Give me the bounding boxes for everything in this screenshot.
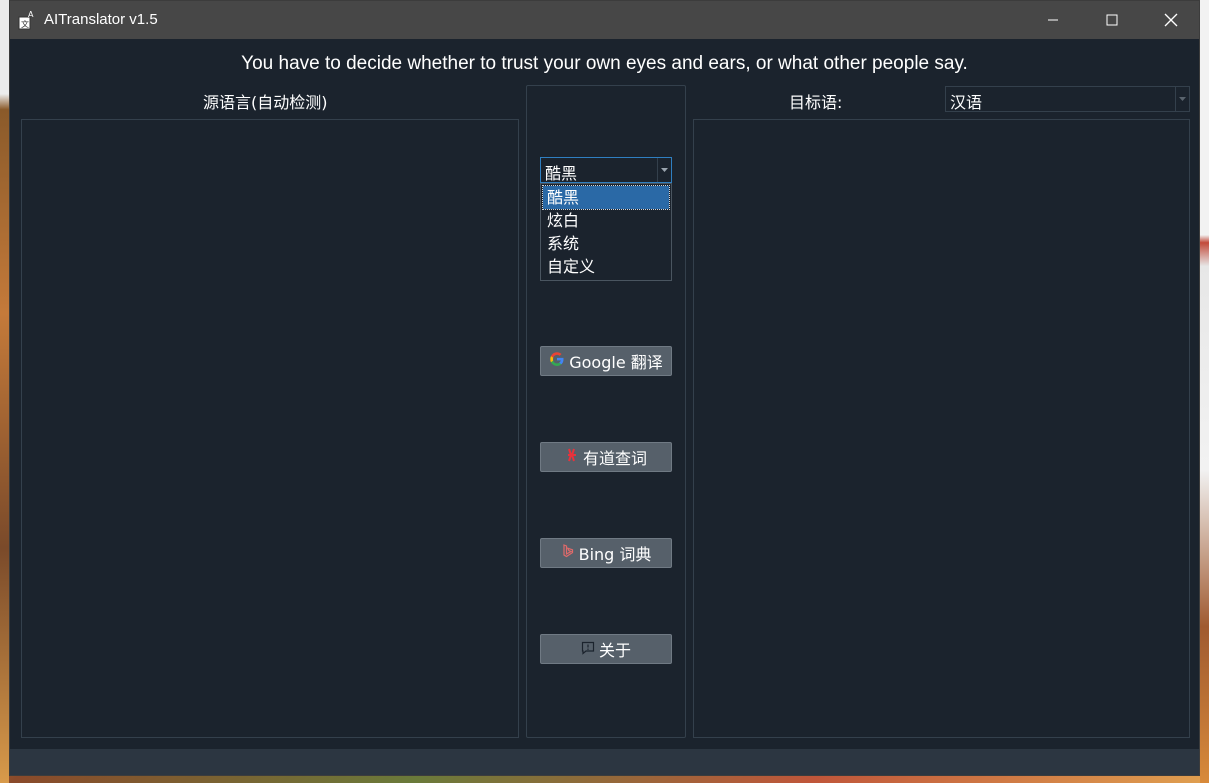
source-text-area[interactable] [21,119,519,738]
message-icon [581,640,595,659]
bing-icon [561,543,575,563]
minimize-button[interactable] [1023,1,1082,39]
theme-option-system[interactable]: 系统 [543,232,669,255]
target-language-value: 汉语 [950,93,983,112]
chevron-down-icon[interactable] [1175,87,1189,111]
minimize-icon [1047,19,1058,21]
desktop-background-right [1200,0,1209,783]
theme-dropdown-list: 酷黑 炫白 系统 自定义 [540,183,672,281]
source-language-label: 源语言(自动检测) [203,93,328,112]
theme-select-value: 酷黑 [545,164,578,183]
youdao-lookup-label: 有道查词 [582,449,647,468]
bing-dictionary-label: Bing 词典 [578,545,652,564]
google-icon [549,351,565,371]
about-label: 关于 [598,641,631,660]
target-text-area[interactable] [693,119,1190,738]
close-icon [1164,13,1177,27]
window-title: AITranslator v1.5 [44,11,158,28]
desktop-background-left [0,0,9,783]
youdao-lookup-button[interactable]: 有道查词 [540,442,672,472]
theme-option-cool-black[interactable]: 酷黑 [542,185,670,210]
chevron-down-icon[interactable] [657,158,671,182]
google-translate-button[interactable]: Google 翻译 [540,346,672,376]
svg-text:文: 文 [21,19,29,29]
app-window: 文 A AITranslator v1.5 You have to decide… [9,0,1200,776]
target-language-select[interactable]: 汉语 [945,86,1190,112]
theme-select[interactable]: 酷黑 [540,157,672,183]
target-language-label: 目标语: [789,93,843,112]
youdao-icon [565,447,579,467]
about-button[interactable]: 关于 [540,634,672,664]
theme-option-dazzle-white[interactable]: 炫白 [543,209,669,232]
quote-text: You have to decide whether to trust your… [241,53,968,74]
close-button[interactable] [1141,1,1200,39]
maximize-button[interactable] [1082,1,1141,39]
status-bar [10,749,1199,775]
theme-option-custom[interactable]: 自定义 [543,255,669,278]
svg-text:A: A [28,10,34,19]
bing-dictionary-button[interactable]: Bing 词典 [540,538,672,568]
google-translate-label: Google 翻译 [569,353,663,372]
app-icon: 文 A [18,10,36,30]
title-bar[interactable]: 文 A AITranslator v1.5 [10,1,1199,39]
maximize-icon [1106,14,1117,26]
